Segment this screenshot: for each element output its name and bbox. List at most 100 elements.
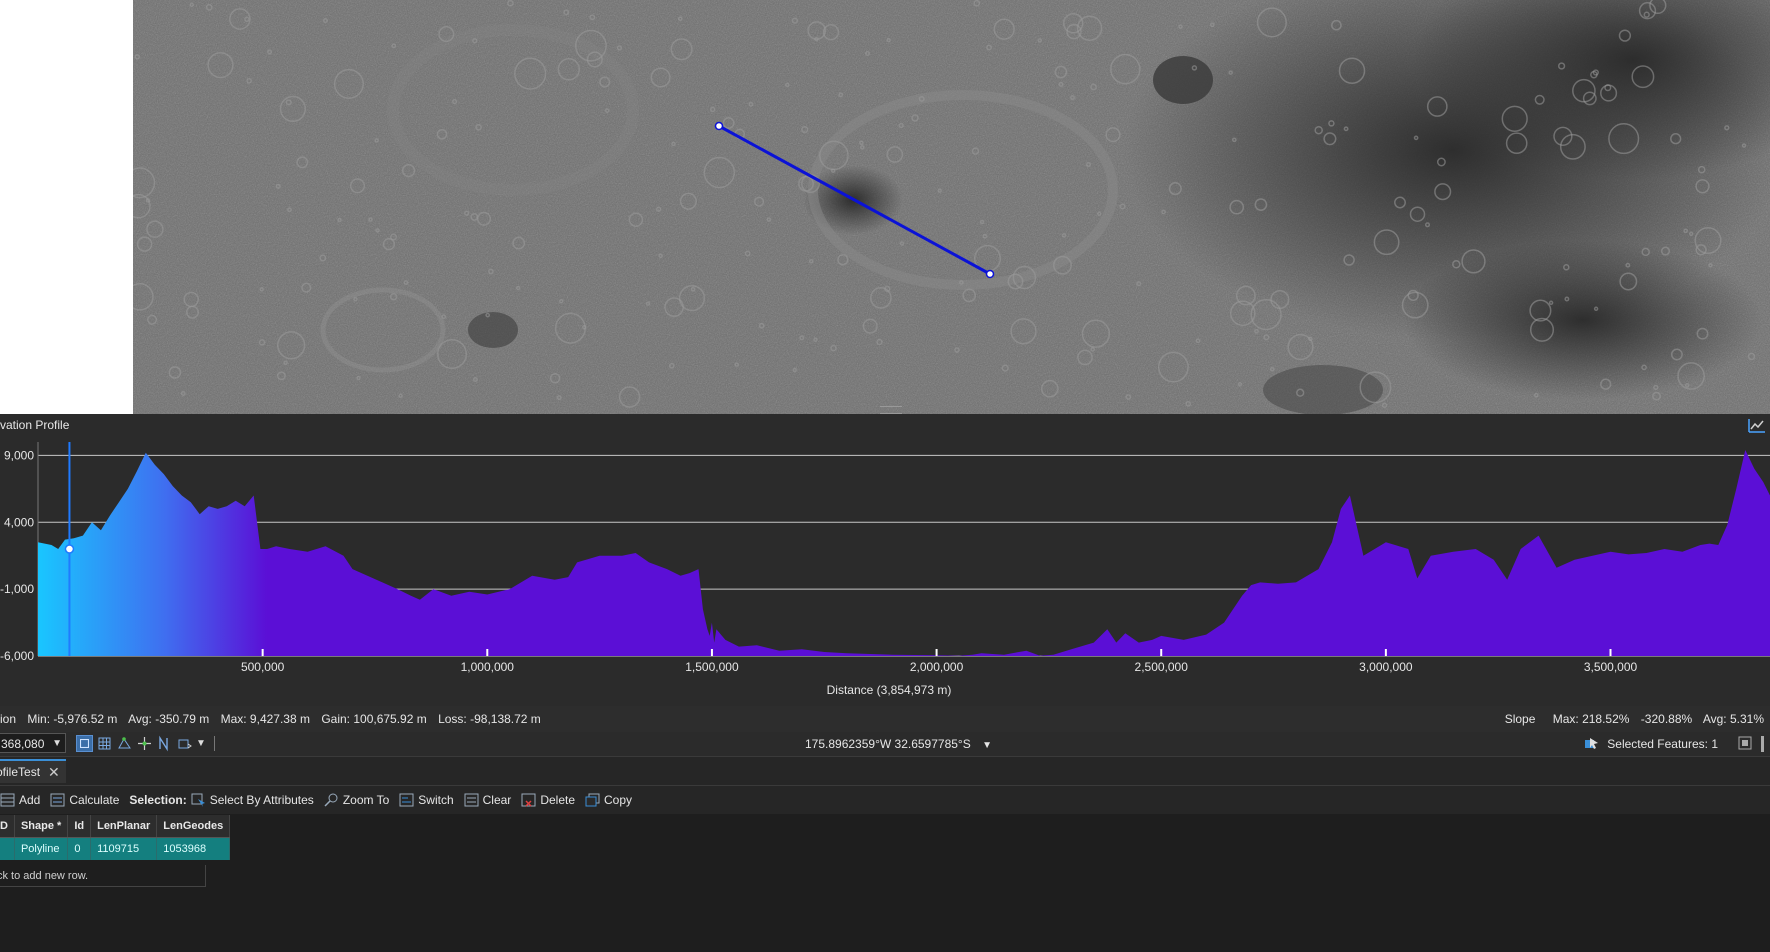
clear-label: Clear xyxy=(482,793,512,807)
stats-category-label: ion xyxy=(0,712,17,726)
switch-label: Switch xyxy=(418,793,454,807)
column-header-shape[interactable]: Shape * xyxy=(14,815,69,838)
attribute-table-tabs: ofileTest ✕ xyxy=(0,757,1770,786)
calculator-icon xyxy=(50,793,65,807)
tab-label: ofileTest xyxy=(0,765,41,779)
x-tick-label: 500,000 xyxy=(241,660,285,674)
y-tick-label: -6,000 xyxy=(0,649,34,663)
x-tick-label: 3,000,000 xyxy=(1359,660,1413,674)
x-tick-label: 1,000,000 xyxy=(461,660,515,674)
elevation-area-series xyxy=(38,450,1770,656)
add-new-row-prompt[interactable]: ck to add new row. xyxy=(0,865,206,887)
stat-min: Min: -5,976.52 m xyxy=(27,712,118,726)
copy-label: Copy xyxy=(604,793,633,807)
x-tick-label: 2,000,000 xyxy=(910,660,964,674)
stat-avg: Avg: -350.79 m xyxy=(128,712,210,726)
scale-dropdown[interactable]: 368,080 ▼ xyxy=(0,733,66,753)
table-header-row: D Shape * Id LenPlanar LenGeodes xyxy=(0,815,231,838)
elevation-profile-chart[interactable]: 9,000 4,000 -1,000 -6,000 500,000 1,000,000 1… xyxy=(0,436,1770,706)
chevron-down-icon[interactable]: ▼ xyxy=(982,740,992,751)
x-tick-label: 2,500,000 xyxy=(1135,660,1189,674)
coordinate-readout[interactable]: 175.8962359°W 32.6597785°S ▼ xyxy=(805,732,992,758)
x-tick-label: 3,500,000 xyxy=(1584,660,1638,674)
profile-title: vation Profile xyxy=(0,418,70,432)
chevron-down-icon[interactable]: ▼ xyxy=(52,734,62,754)
table-cell[interactable]: 1109715 xyxy=(90,837,158,860)
select-by-attributes-icon xyxy=(191,793,205,807)
chart-properties-icon[interactable] xyxy=(1748,417,1766,433)
x-axis-label: Distance (3,854,973 m) xyxy=(827,683,952,697)
table-row[interactable]: Polyline 0 1109715 1053968 xyxy=(0,837,231,860)
calculate-label: Calculate xyxy=(69,793,120,807)
map-tool-icons: ▼ xyxy=(76,735,215,753)
crosshair-icon[interactable] xyxy=(136,735,153,752)
toolbar-separator xyxy=(213,736,215,751)
table-cell[interactable]: 0 xyxy=(67,837,92,860)
pause-drawing-icon[interactable] xyxy=(1738,736,1752,750)
select-by-attributes-label: Select By Attributes xyxy=(209,793,314,807)
column-header-id[interactable]: Id xyxy=(67,815,92,838)
slope-stats: Slope Max: 218.52% -320.88% Avg: 5.31% xyxy=(1505,706,1770,732)
attribute-table-toolbar: Add Calculate Selection: Select By Attri… xyxy=(0,786,1770,814)
snapping-icon[interactable] xyxy=(116,735,133,752)
table-cell[interactable]: Polyline xyxy=(14,837,69,860)
table-cell[interactable]: 1053968 xyxy=(156,837,231,860)
refresh-bar-icon[interactable] xyxy=(1760,736,1766,752)
profile-line-start-vertex[interactable] xyxy=(714,121,724,131)
refresh-icon[interactable] xyxy=(176,735,193,752)
zoom-to-button[interactable]: Zoom To xyxy=(324,786,389,814)
y-tick-label: -1,000 xyxy=(0,582,34,596)
grid-icon[interactable] xyxy=(96,735,113,752)
delete-label: Delete xyxy=(540,793,575,807)
profile-line-end-vertex[interactable] xyxy=(985,269,995,279)
column-header-lenplanar[interactable]: LenPlanar xyxy=(90,815,158,838)
fixed-zoom-icon[interactable] xyxy=(76,735,93,752)
x-tick-label: 1,500,000 xyxy=(685,660,739,674)
zoom-to-label: Zoom To xyxy=(342,793,390,807)
add-row-icon xyxy=(0,793,15,807)
clear-selection-icon xyxy=(464,793,479,807)
copy-icon xyxy=(585,793,600,807)
map-status-bar: 368,080 ▼ ▼ 175.8962359°W 32.6597785°S ▼… xyxy=(0,732,1770,757)
north-arrow-icon[interactable] xyxy=(156,735,173,752)
close-icon[interactable]: ✕ xyxy=(48,761,60,783)
moon-surface-map[interactable] xyxy=(133,0,1770,414)
coordinate-value: 175.8962359°W 32.6597785°S xyxy=(805,737,971,751)
blank-panel xyxy=(0,0,133,414)
stat-gain: Gain: 100,675.92 m xyxy=(321,712,427,726)
elevation-profile-pane: vation Profile 9,000 4,000 -1,000 -6,000 50… xyxy=(0,414,1770,710)
tab-profile-test[interactable]: ofileTest ✕ xyxy=(0,759,66,783)
table-cell[interactable] xyxy=(0,837,15,860)
add-button[interactable]: Add xyxy=(0,786,40,814)
clear-button[interactable]: Clear xyxy=(464,786,512,814)
pane-splitter-handle[interactable] xyxy=(880,406,902,414)
calculate-button[interactable]: Calculate xyxy=(50,786,119,814)
select-by-attributes-button[interactable]: Select By Attributes xyxy=(191,786,314,814)
column-header-lengeodes[interactable]: LenGeodes xyxy=(156,815,231,838)
add-label: Add xyxy=(19,793,41,807)
selection-group-label: Selection: xyxy=(129,793,187,807)
slope-avg: Avg: 5.31% xyxy=(1702,712,1764,726)
status-end-icons xyxy=(1738,736,1766,752)
chevron-down-icon[interactable]: ▼ xyxy=(196,735,206,753)
selected-features-count: Selected Features: 1 xyxy=(1607,737,1718,751)
elevation-stats: ion Min: -5,976.52 m Avg: -350.79 m Max:… xyxy=(0,706,549,732)
switch-button[interactable]: Switch xyxy=(399,786,454,814)
profile-cursor-marker[interactable] xyxy=(64,544,75,554)
slope-min: -320.88% xyxy=(1640,712,1693,726)
scale-value: 368,080 xyxy=(1,737,45,751)
delete-button[interactable]: Delete xyxy=(521,786,575,814)
y-tick-label: 4,000 xyxy=(4,515,34,529)
column-header-objectid[interactable]: D xyxy=(0,815,15,838)
map-view[interactable] xyxy=(133,0,1770,414)
delete-rows-icon xyxy=(521,793,536,807)
selected-features-indicator[interactable]: Selected Features: 1 xyxy=(1584,732,1718,756)
stat-max: Max: 9,427.38 m xyxy=(220,712,310,726)
attribute-grid: D Shape * Id LenPlanar LenGeodes Polylin… xyxy=(0,815,231,860)
slope-label: Slope xyxy=(1504,712,1536,726)
stat-loss: Loss: -98,138.72 m xyxy=(438,712,541,726)
attribute-table: D Shape * Id LenPlanar LenGeodes Polylin… xyxy=(0,815,1770,952)
zoom-to-icon xyxy=(324,793,338,807)
copy-button[interactable]: Copy xyxy=(585,786,632,814)
switch-selection-icon xyxy=(399,793,414,807)
